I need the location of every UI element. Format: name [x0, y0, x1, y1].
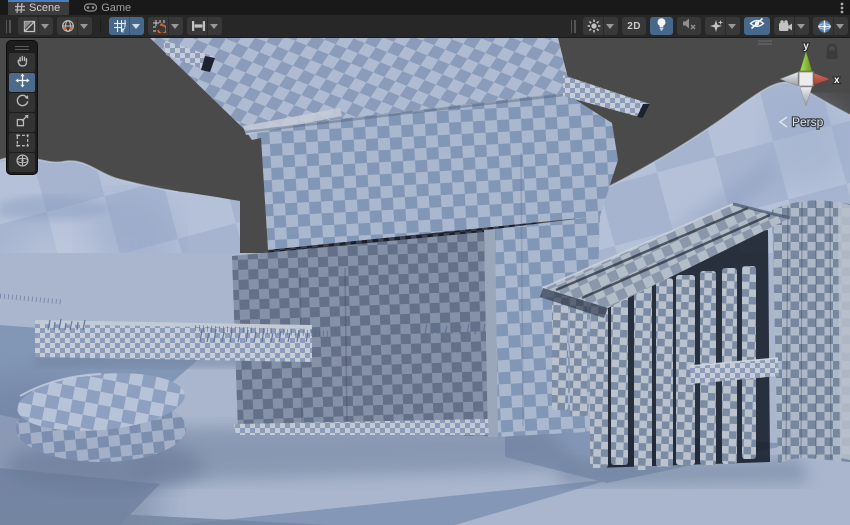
toolbar-separator	[100, 19, 101, 33]
draw-mode-dropdown[interactable]	[38, 17, 51, 35]
gizmo-x-label: x	[834, 75, 840, 86]
grid-snap-icon	[150, 17, 168, 35]
toolbar-drag-handle-right[interactable]	[571, 20, 576, 33]
hand-icon	[15, 53, 30, 73]
scene-toolbar: Y	[0, 15, 850, 38]
snap-rails-icon	[189, 17, 207, 35]
camera-menu-dropdown[interactable]	[794, 17, 807, 35]
audio-toggle-button[interactable]	[677, 17, 701, 35]
hidden-objects-button[interactable]	[744, 17, 770, 35]
grid-axis-icon: Y	[111, 17, 129, 35]
palette-drag-handle[interactable]	[7, 43, 37, 52]
transform-icon	[15, 153, 30, 173]
kebab-menu-icon[interactable]	[834, 0, 850, 15]
tab-scene-label: Scene	[29, 2, 60, 14]
rotate-tool-button[interactable]	[9, 93, 35, 112]
camera-menu-button[interactable]	[774, 17, 809, 35]
gizmo-y-label: y	[803, 41, 809, 52]
grid-snapping-dropdown[interactable]	[207, 17, 220, 35]
audio-muted-icon	[682, 17, 696, 35]
fx-menu-button[interactable]	[705, 17, 740, 35]
lighting-toggle-button[interactable]	[650, 17, 673, 35]
tab-game[interactable]: Game	[77, 0, 140, 15]
rect-icon	[15, 133, 30, 153]
gizmos-menu-dropdown[interactable]	[833, 17, 846, 35]
view-hand-tool-button[interactable]	[9, 53, 35, 72]
snap-increment-dropdown[interactable]	[168, 17, 181, 35]
effects-visibility-button[interactable]	[583, 17, 618, 35]
sparkle-icon	[585, 17, 603, 35]
grid-snapping-button[interactable]	[187, 17, 222, 35]
gizmo-sphere-icon	[815, 17, 833, 35]
eye-slash-icon	[749, 17, 765, 35]
grid-visibility-button[interactable]: Y	[109, 17, 144, 35]
camera-view-button[interactable]	[57, 17, 92, 35]
shaded-mode-icon	[20, 17, 38, 35]
tab-bar: Scene Game	[0, 0, 850, 15]
svg-text:Y: Y	[120, 25, 125, 33]
fx-menu-dropdown[interactable]	[725, 17, 738, 35]
scale-tool-button[interactable]	[9, 113, 35, 132]
camera-view-dropdown[interactable]	[77, 17, 90, 35]
transform-tool-button[interactable]	[9, 153, 35, 172]
gizmos-menu-button[interactable]	[813, 17, 848, 35]
2d-toggle-button[interactable]: 2D	[622, 17, 646, 35]
move-tool-button[interactable]	[9, 73, 35, 92]
tab-game-label: Game	[101, 2, 131, 14]
2d-toggle-label: 2D	[627, 21, 641, 32]
toolbar-drag-handle[interactable]	[6, 20, 11, 33]
scene-viewport[interactable]: y x Persp	[0, 38, 850, 525]
snap-increment-button[interactable]	[148, 17, 183, 35]
move-icon	[15, 73, 30, 93]
tool-palette	[6, 40, 38, 175]
fx-star-icon	[707, 17, 725, 35]
draw-mode-button[interactable]	[18, 17, 53, 35]
grid-visibility-dropdown[interactable]	[129, 17, 142, 35]
camera-icon	[776, 17, 794, 35]
gizmo-center-cube[interactable]	[799, 72, 813, 86]
projection-label: Persp	[792, 115, 824, 129]
scale-icon	[15, 113, 30, 133]
lightbulb-icon	[655, 17, 668, 36]
tab-scene[interactable]: Scene	[8, 0, 69, 15]
effects-visibility-dropdown[interactable]	[603, 17, 616, 35]
rotate-icon	[15, 93, 30, 113]
unity-scene-view-window: Scene Game	[0, 0, 850, 525]
gamepad-icon	[84, 3, 97, 12]
camera-sphere-icon	[59, 17, 77, 35]
rect-tool-button[interactable]	[9, 133, 35, 152]
garden-wall[interactable]	[35, 320, 312, 362]
grid-tab-icon	[15, 3, 25, 13]
